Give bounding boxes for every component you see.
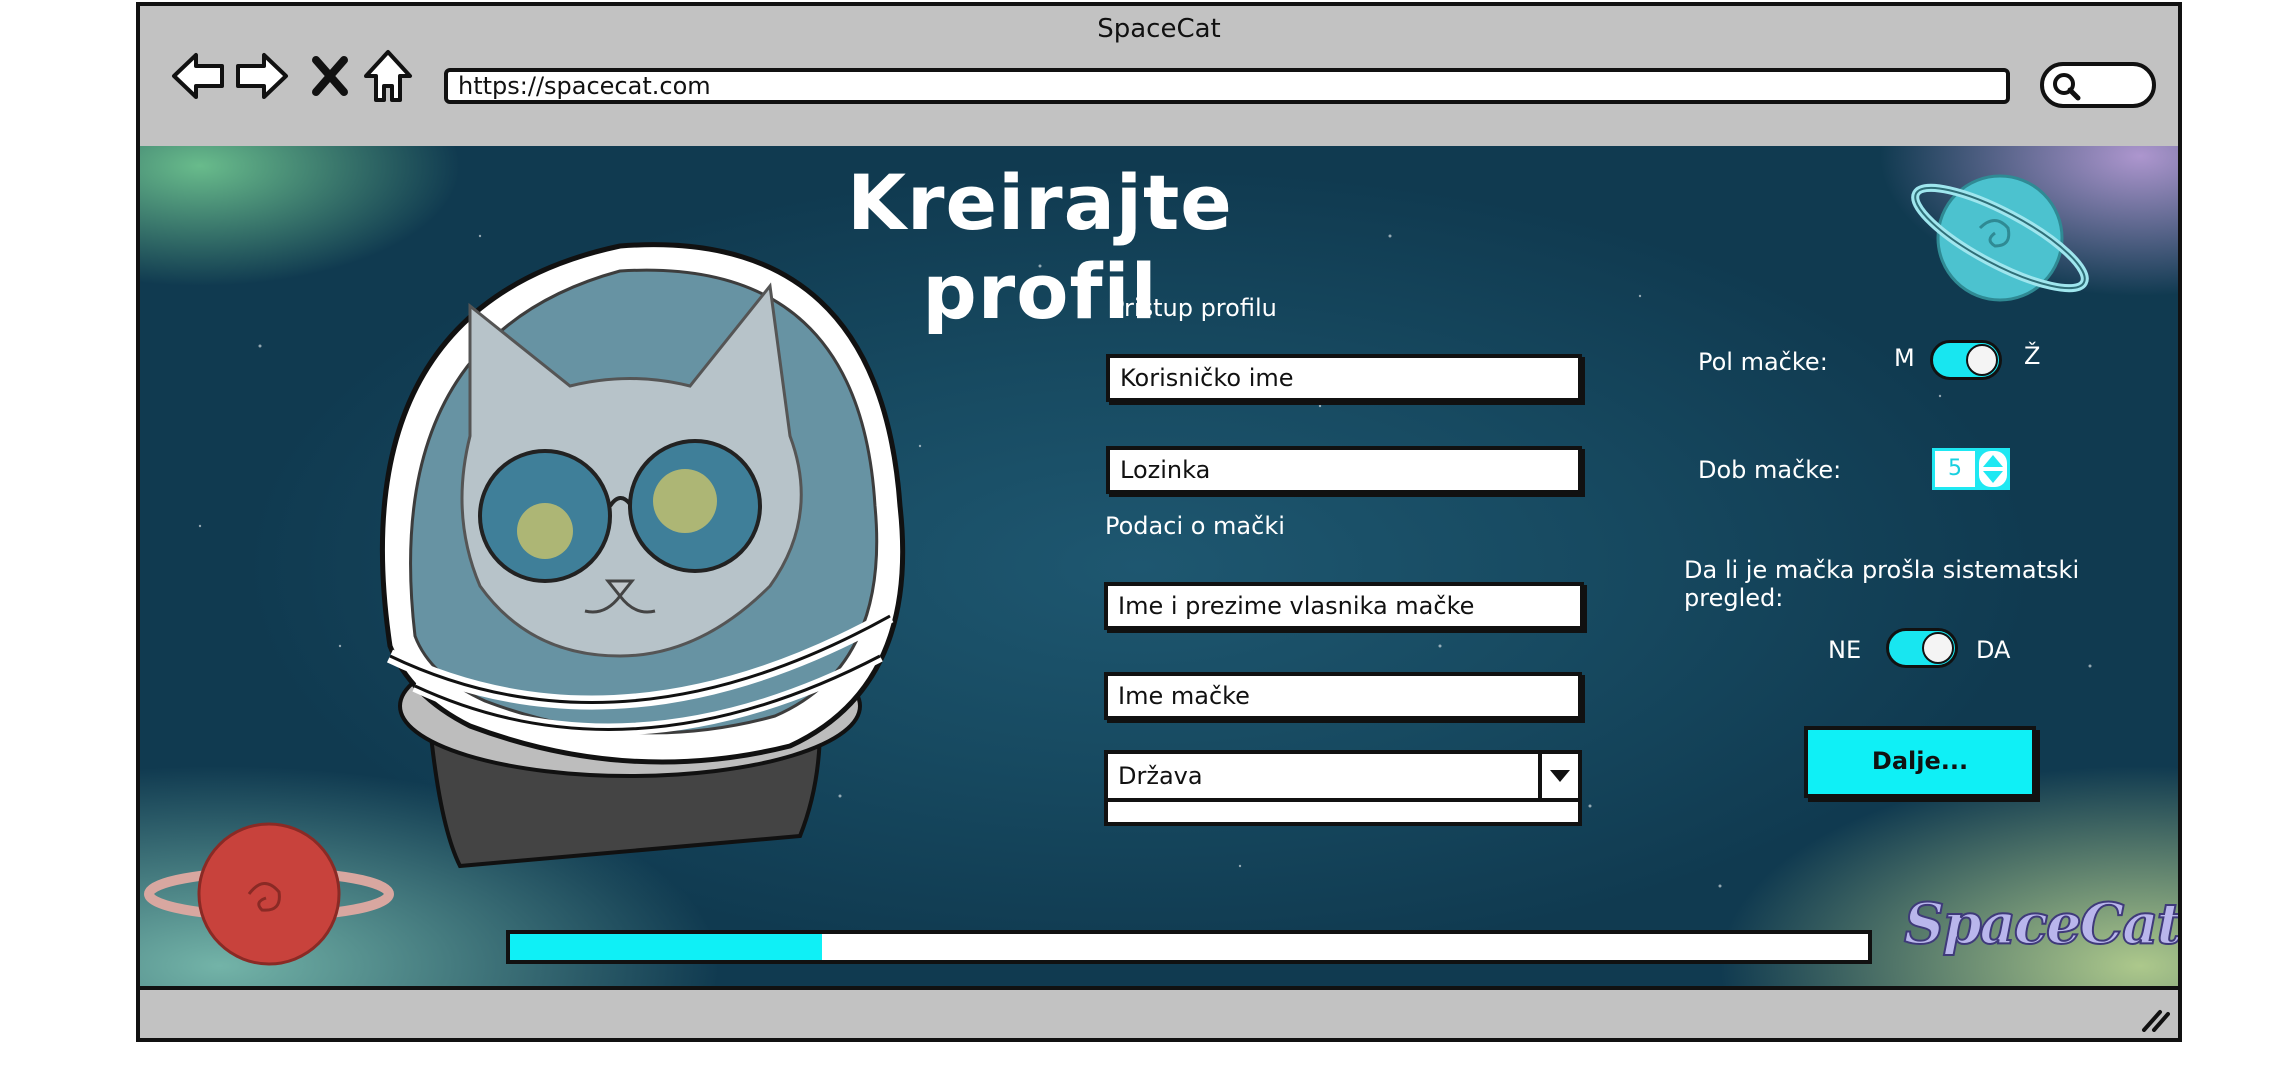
gender-option-z: Ž [2024,342,2041,370]
age-stepper[interactable]: 5 [1932,448,2010,490]
chevron-down-icon [1550,770,1570,782]
page-content: Kreirajte profil Pristup profilu Korisni… [140,146,2178,998]
gender-label: Pol mačke: [1698,348,1828,376]
age-stepper-buttons[interactable] [1979,451,2007,487]
back-arrow-icon [172,53,224,99]
stepper-arrows-icon [1983,455,2003,483]
country-select[interactable]: Država [1104,750,1582,802]
forward-button[interactable] [232,46,292,106]
username-field[interactable]: Korisničko ime [1106,354,1582,402]
search-icon [2053,73,2081,101]
checkup-option-ne: NE [1828,636,1862,664]
forward-arrow-icon [236,53,288,99]
checkup-label: Da li je mačka prošla sistematski pregle… [1684,556,2080,612]
stop-button[interactable] [300,46,360,106]
back-button[interactable] [168,46,228,106]
red-planet-illustration [144,822,394,966]
owner-name-field[interactable]: Ime i prezime vlasnika mačke [1104,582,1584,630]
window-title: SpaceCat [1097,14,1221,44]
country-select-value: Država [1118,762,1203,790]
cat-section-label: Podaci o mački [1105,512,1285,540]
browser-toolbar: SpaceCat https://spacecat.com [140,6,2178,146]
search-button[interactable] [2040,62,2156,108]
gender-toggle[interactable] [1930,340,2002,380]
toggle-knob [1922,632,1954,664]
checkup-option-da: DA [1976,636,2011,664]
blue-planet-illustration [1911,174,2089,302]
home-icon [364,50,412,102]
resize-grip-icon[interactable] [2140,1006,2170,1032]
gender-option-m: M [1894,344,1915,372]
checkup-toggle[interactable] [1886,628,1958,668]
address-bar[interactable]: https://spacecat.com [444,68,2010,104]
status-bar [140,986,2178,1038]
password-field[interactable]: Lozinka [1106,446,1582,494]
home-button[interactable] [358,46,418,106]
browser-window: SpaceCat https://spacecat.com Kreirajte … [136,2,2182,1042]
close-icon [312,56,348,96]
spacecat-logo: SpaceCat [1903,890,2178,958]
profile-section-label: Pristup profilu [1110,294,1277,322]
cat-name-field[interactable]: Ime mačke [1104,672,1582,720]
age-value[interactable]: 5 [1935,451,1975,487]
age-label: Dob mačke: [1698,456,1842,484]
select-arrow[interactable] [1538,754,1578,798]
progress-fill [510,934,823,960]
progress-bar [506,930,1872,964]
country-dropdown-list[interactable] [1104,802,1582,826]
toggle-knob [1966,344,1998,376]
next-button[interactable]: Dalje... [1804,726,2036,798]
